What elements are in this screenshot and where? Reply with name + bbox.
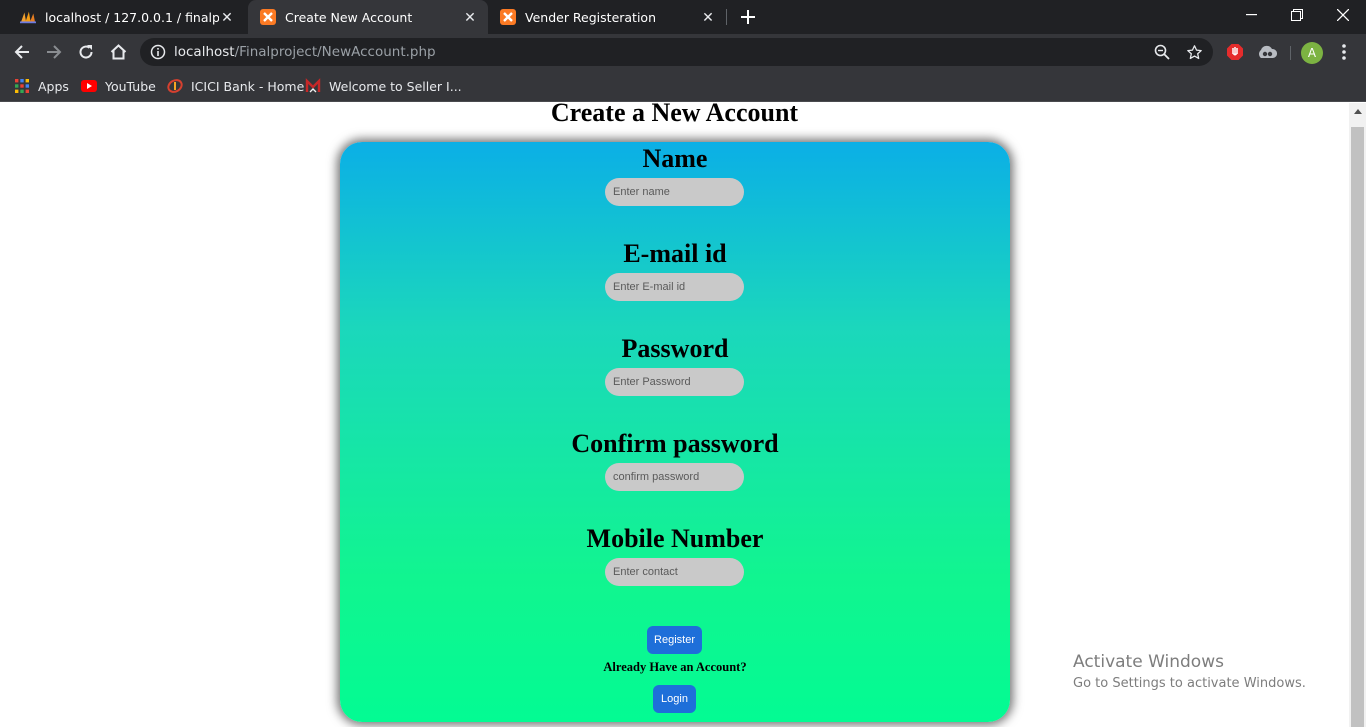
mobile-number-label: Mobile Number <box>586 524 764 553</box>
tab-strip: localhost / 127.0.0.1 / finalproject ✕ C… <box>0 0 1366 34</box>
bookmark-label: ICICI Bank - Home <box>191 78 305 94</box>
bookmark-label: Apps <box>38 78 69 94</box>
confirm-password-input[interactable] <box>605 463 744 491</box>
watermark-subtitle: Go to Settings to activate Windows. <box>1073 676 1306 691</box>
email-label: E-mail id <box>623 239 727 268</box>
restore-button[interactable] <box>1274 0 1320 30</box>
youtube-icon <box>81 78 97 94</box>
close-tab-icon[interactable]: ✕ <box>700 9 716 25</box>
bookmark-youtube[interactable]: YouTube <box>81 76 156 96</box>
zoom-icon[interactable] <box>1153 43 1171 61</box>
close-tab-icon[interactable]: ✕ <box>462 9 478 25</box>
scrollbar-thumb[interactable] <box>1351 127 1364 727</box>
password-label: Password <box>621 334 729 363</box>
toolbar-divider <box>1290 46 1291 60</box>
reload-button[interactable] <box>72 38 100 66</box>
browser-toolbar: localhost/Finalproject/NewAccount.php A <box>0 34 1366 70</box>
bookmark-label: Welcome to Seller I... <box>329 78 462 94</box>
tab-create-account[interactable]: Create New Account ✕ <box>248 0 488 34</box>
register-button[interactable]: Register <box>647 626 702 654</box>
bookmarks-bar: Apps YouTube ICICI Bank - Home Welcome t… <box>0 70 1366 102</box>
bookmark-icici[interactable]: ICICI Bank - Home <box>167 76 304 96</box>
seller-m-icon <box>305 78 321 94</box>
bookmark-apps[interactable]: Apps <box>14 76 69 96</box>
tab-phpmyadmin[interactable]: localhost / 127.0.0.1 / finalproject ✕ <box>8 0 245 34</box>
scroll-up-arrow-icon[interactable] <box>1349 103 1366 120</box>
profile-avatar[interactable]: A <box>1301 42 1323 64</box>
vertical-scrollbar[interactable] <box>1349 103 1366 727</box>
home-button[interactable] <box>104 38 132 66</box>
tab-vender-registration[interactable]: Vender Registeration ✕ <box>488 0 726 34</box>
login-button[interactable]: Login <box>653 685 696 713</box>
already-have-account-text: Already Have an Account? <box>603 660 747 674</box>
info-icon[interactable] <box>150 44 166 60</box>
email-input[interactable] <box>605 273 744 301</box>
xampp-icon <box>500 9 516 25</box>
page-viewport: Create a New Account Name E-mail id Pass… <box>0 103 1349 727</box>
tab-title: Create New Account <box>285 9 413 25</box>
confirm-password-label: Confirm password <box>571 429 779 458</box>
tab-separator <box>726 9 727 25</box>
page-title: Create a New Account <box>550 103 799 127</box>
tab-title: localhost / 127.0.0.1 / finalproject <box>45 9 219 25</box>
activate-windows-watermark: Activate Windows Go to Settings to activ… <box>1073 652 1306 691</box>
extension-icon[interactable] <box>1257 42 1277 62</box>
registration-form: Name E-mail id Password Confirm password… <box>340 142 1010 722</box>
name-input[interactable] <box>605 178 744 206</box>
name-label: Name <box>642 144 708 173</box>
menu-kebab-icon[interactable] <box>1334 42 1354 62</box>
close-tab-icon[interactable]: ✕ <box>219 9 235 25</box>
back-button[interactable] <box>8 38 36 66</box>
phpmyadmin-icon <box>20 9 36 25</box>
mobile-number-input[interactable] <box>605 558 744 586</box>
star-bookmark-icon[interactable] <box>1185 43 1203 61</box>
watermark-title: Activate Windows <box>1073 652 1224 672</box>
minimize-button[interactable] <box>1228 0 1274 30</box>
icici-icon <box>167 78 183 94</box>
apps-grid-icon <box>14 78 30 94</box>
adblock-extension-icon[interactable] <box>1225 42 1245 62</box>
address-bar[interactable]: localhost/Finalproject/NewAccount.php <box>140 38 1213 66</box>
close-window-button[interactable] <box>1320 0 1366 30</box>
url-text: localhost/Finalproject/NewAccount.php <box>174 44 436 60</box>
tab-title: Vender Registeration <box>525 9 656 25</box>
bookmark-label: YouTube <box>105 78 156 94</box>
xampp-icon <box>260 9 276 25</box>
new-tab-button[interactable] <box>736 5 760 29</box>
forward-button[interactable] <box>40 38 68 66</box>
password-input[interactable] <box>605 368 744 396</box>
bookmark-seller[interactable]: Welcome to Seller I... <box>305 76 462 96</box>
